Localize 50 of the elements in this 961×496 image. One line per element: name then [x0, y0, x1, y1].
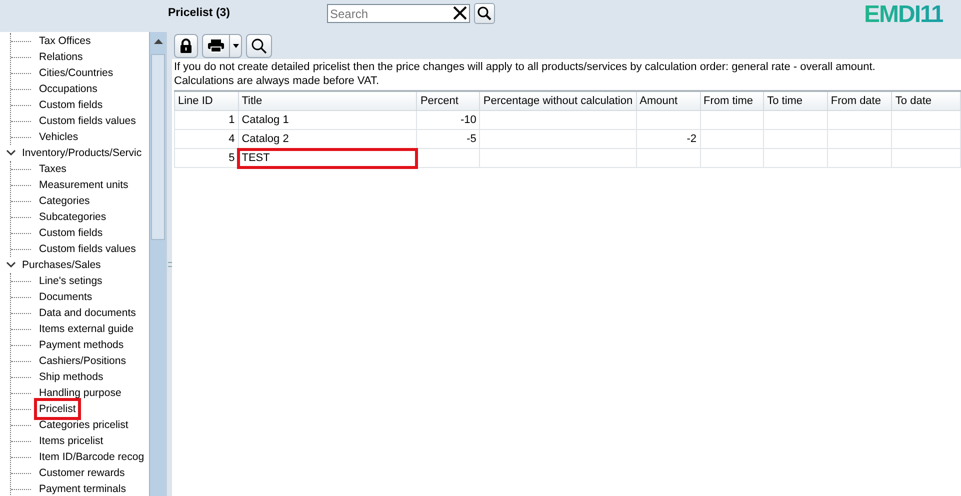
tree-item[interactable]: Payment methods — [37, 337, 126, 353]
tree-item[interactable]: Custom fields — [37, 225, 105, 241]
table-cell: -5 — [416, 130, 480, 148]
table-cell: TEST — [238, 148, 417, 168]
tree-item[interactable]: Data and documents — [37, 305, 138, 321]
column-header[interactable]: From time — [700, 91, 764, 110]
table-cell: 4 — [174, 130, 238, 148]
tree-item[interactable]: Custom fields — [37, 97, 105, 113]
column-header[interactable]: Amount — [636, 91, 700, 110]
page-title: Pricelist (3) — [168, 7, 230, 19]
tree-item[interactable]: Items external guide — [37, 321, 136, 337]
tree-item[interactable]: Relations — [37, 49, 85, 65]
tree-item[interactable]: Items pricelist — [37, 433, 106, 449]
tree-item[interactable]: Categories pricelist — [37, 417, 130, 433]
table-cell: 5 — [174, 148, 238, 168]
column-header[interactable]: To date — [892, 91, 960, 110]
table-cell: -2 — [636, 130, 700, 148]
column-header[interactable]: From date — [827, 91, 892, 110]
column-header[interactable]: Title — [238, 91, 417, 110]
tree-item[interactable]: Subcategories — [37, 209, 108, 225]
info-text: Calculations are always made before VAT. — [173, 74, 380, 87]
tree-item[interactable]: Customer rewards — [37, 465, 127, 481]
column-header[interactable]: Percentage without calculation — [480, 91, 636, 110]
tree-item[interactable]: Documents — [37, 289, 94, 305]
tree-item[interactable]: Custom fields values — [37, 113, 138, 129]
tree-item[interactable]: Cities/Countries — [37, 65, 116, 81]
search-field[interactable]: Search — [327, 4, 470, 23]
tree-item[interactable]: Occupations — [37, 81, 100, 97]
tree-item[interactable]: Vehicles — [37, 129, 80, 145]
tree-group[interactable]: Purchases/Sales — [0, 257, 149, 273]
tree-group[interactable]: Inventory/Products/Servic — [0, 145, 149, 161]
table-cell: 1 — [174, 110, 238, 130]
column-header[interactable]: To time — [764, 91, 828, 110]
tree-item[interactable]: Measurement units — [37, 177, 130, 193]
info-text: If you do not create detailed pricelist then the price changes will apply to all products/services by calculation order: general rate - overall amount. — [173, 60, 876, 73]
tree-item[interactable]: Line's setings — [37, 273, 104, 289]
table-cell: Catalog 1 — [238, 110, 417, 130]
tree-item[interactable]: Tax Offices — [37, 33, 93, 49]
tree-item[interactable]: Handling purpose — [37, 385, 124, 401]
tree-item[interactable]: Custom fields values — [37, 241, 138, 257]
column-header[interactable]: Percent — [416, 91, 480, 110]
tree-item[interactable]: Categories — [37, 193, 92, 209]
tree-item[interactable]: Item ID/Barcode recog — [37, 449, 146, 465]
tree-item[interactable]: Pricelist — [37, 401, 78, 417]
tree-item[interactable]: Ship methods — [37, 369, 106, 385]
tree-item[interactable]: Cashiers/Positions — [37, 353, 128, 369]
column-header[interactable]: Line ID — [174, 91, 238, 110]
table-cell: -10 — [416, 110, 480, 130]
tree-item[interactable]: Taxes — [37, 161, 68, 177]
tree-item[interactable]: Payment terminals — [37, 481, 128, 496]
